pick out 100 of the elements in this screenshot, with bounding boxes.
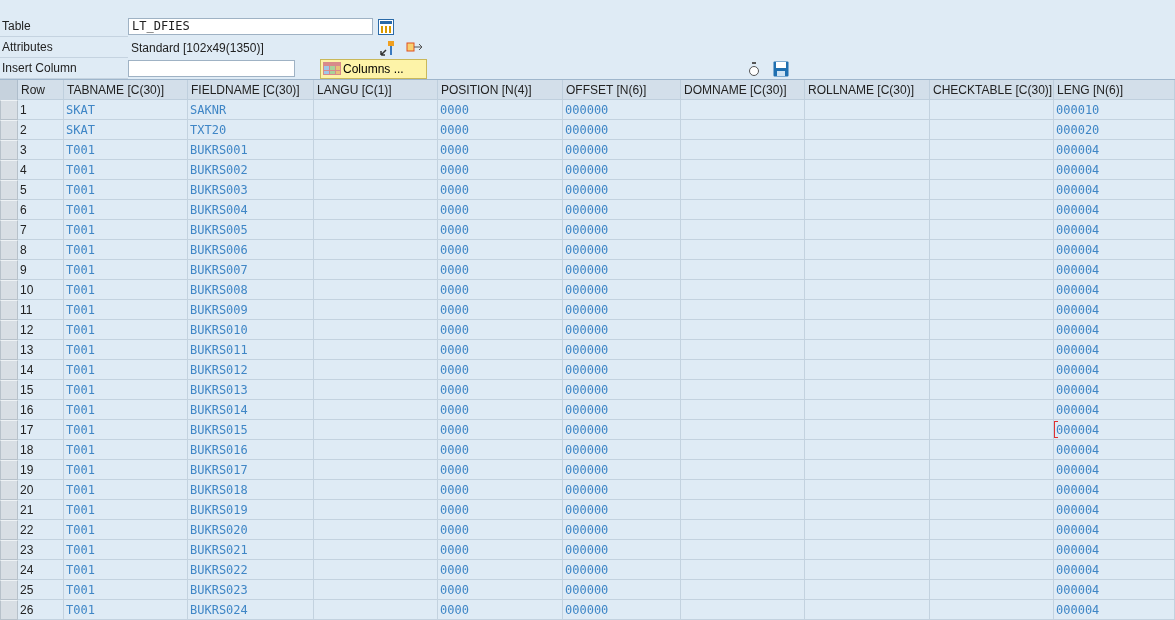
row-selector[interactable] [0,120,18,140]
table-cell: TXT20 [188,120,314,140]
row-selector[interactable] [0,480,18,500]
row-selector[interactable] [0,500,18,520]
row-selector[interactable] [0,460,18,480]
table-cell: BUKRS013 [188,380,314,400]
table-cell: 000004 [1054,540,1175,560]
table-cell: 0000 [438,220,563,240]
table-cell: 0000 [438,540,563,560]
row-number: 5 [18,180,64,200]
table-cell: 0000 [438,560,563,580]
table-cell: T001 [64,600,188,620]
row-selector[interactable] [0,540,18,560]
table-cell: T001 [64,320,188,340]
table-cell: 0000 [438,480,563,500]
key-arrow-icon[interactable] [380,39,396,56]
table-cell: 000000 [563,100,681,120]
column-header[interactable]: POSITION [N(4)] [438,80,563,100]
row-number: 18 [18,440,64,460]
row-selector[interactable] [0,380,18,400]
table-cell: 000000 [563,380,681,400]
table-cell: 000010 [1054,100,1175,120]
column-header[interactable]: ROLLNAME [C(30)] [805,80,930,100]
table-cell: 000004 [1054,600,1175,620]
table-cell: T001 [64,380,188,400]
table-cell: 0000 [438,300,563,320]
row-selector[interactable] [0,600,18,620]
table-cell: BUKRS014 [188,400,314,420]
lightbulb-icon[interactable] [748,60,760,77]
table-cell: T001 [64,200,188,220]
table-cell: 000004 [1054,260,1175,280]
table-cell: 000000 [563,580,681,600]
row-selector[interactable] [0,560,18,580]
table-cell: 000004 [1054,500,1175,520]
row-number: 1 [18,100,64,120]
columns-button[interactable]: Columns ... [320,58,427,79]
table-cell: SKAT [64,100,188,120]
row-selector[interactable] [0,580,18,600]
table-cell: BUKRS006 [188,240,314,260]
row-selector[interactable] [0,340,18,360]
table-cell: 000000 [563,180,681,200]
row-number: 23 [18,540,64,560]
row-selector[interactable] [0,440,18,460]
row-number: 21 [18,500,64,520]
column-header[interactable]: Row [18,80,64,100]
row-selector[interactable] [0,240,18,260]
table-cell: 000004 [1054,560,1175,580]
table-grid-icon[interactable] [378,18,394,35]
column-header[interactable]: LANGU [C(1)] [314,80,438,100]
table-cell: 000000 [563,400,681,420]
row-selector[interactable] [0,140,18,160]
table-cell: BUKRS022 [188,560,314,580]
table-cell: BUKRS015 [188,420,314,440]
column-header[interactable]: CHECKTABLE [C(30)] [930,80,1054,100]
row-selector[interactable] [0,400,18,420]
row-selector[interactable] [0,420,18,440]
row-number: 13 [18,340,64,360]
row-selector[interactable] [0,160,18,180]
table-cell: T001 [64,220,188,240]
attributes-value: Standard [102x49(1350)] [130,40,265,55]
table-cell: T001 [64,360,188,380]
table-cell: BUKRS001 [188,140,314,160]
table-cell: T001 [64,160,188,180]
corner-cell [0,80,18,100]
row-selector[interactable] [0,300,18,320]
column-header[interactable]: DOMNAME [C(30)] [681,80,805,100]
table-cell: 000004 [1054,480,1175,500]
row-selector[interactable] [0,520,18,540]
column-header[interactable]: FIELDNAME [C(30)] [188,80,314,100]
insert-column-field[interactable] [128,60,295,77]
table-cell: 000000 [563,420,681,440]
field-label: Attributes [0,37,128,58]
row-selector[interactable] [0,100,18,120]
row-number: 7 [18,220,64,240]
row-selector[interactable] [0,220,18,240]
save-icon[interactable] [773,60,789,77]
table-cell: 000000 [563,220,681,240]
row-selector[interactable] [0,260,18,280]
column-header[interactable]: LENG [N(6)] [1054,80,1175,100]
table-cell: 000004 [1054,580,1175,600]
table-cell: T001 [64,180,188,200]
table-cell: 000004 [1054,360,1175,380]
table-cell: 000000 [563,160,681,180]
table-cell: 000000 [563,560,681,580]
row-selector[interactable] [0,180,18,200]
table-cell: BUKRS012 [188,360,314,380]
column-header[interactable]: TABNAME [C(30)] [64,80,188,100]
column-header[interactable]: OFFSET [N(6)] [563,80,681,100]
table-cell: 0000 [438,380,563,400]
row-number: 12 [18,320,64,340]
table-cell: 000004 [1054,520,1175,540]
row-number: 17 [18,420,64,440]
table-cell: 0000 [438,100,563,120]
row-selector[interactable] [0,280,18,300]
table-cell: 000000 [563,340,681,360]
row-selector[interactable] [0,200,18,220]
table-input-field[interactable]: LT_DFIES [128,18,373,35]
table-cell: 000000 [563,300,681,320]
row-selector[interactable] [0,360,18,380]
row-selector[interactable] [0,320,18,340]
